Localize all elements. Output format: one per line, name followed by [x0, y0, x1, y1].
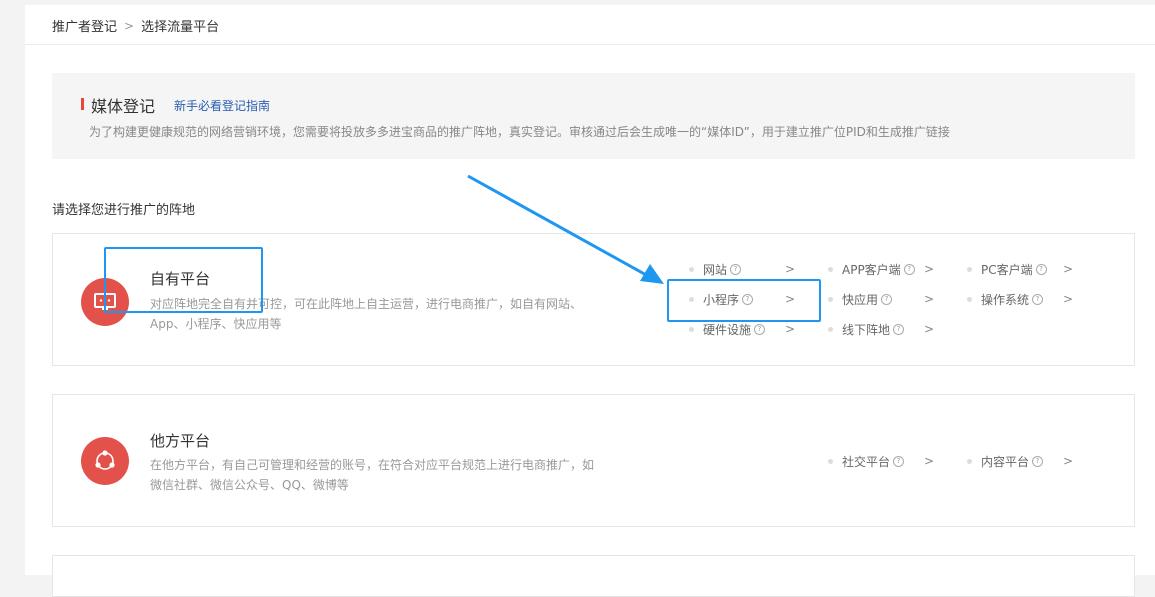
annotation-arrow-icon	[467, 174, 664, 284]
